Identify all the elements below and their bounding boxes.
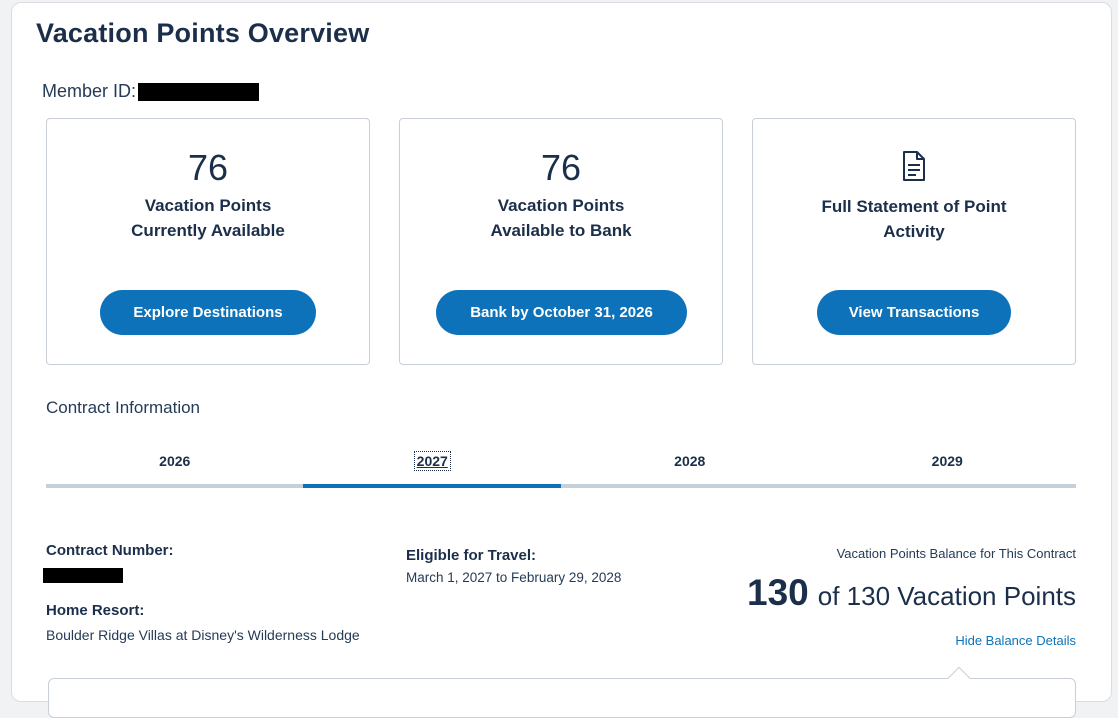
- points-available-number: 76: [187, 147, 229, 188]
- tab-2029[interactable]: 2029: [819, 440, 1077, 484]
- balance-caption: Vacation Points Balance for This Contrac…: [836, 546, 1076, 561]
- eligible-travel-label: Eligible for Travel:: [406, 547, 537, 564]
- tab-2026[interactable]: 2026: [46, 440, 304, 484]
- points-available-label-line1: Vacation Points: [144, 196, 272, 215]
- points-to-bank-label: Vacation Points Available to Bank: [400, 193, 722, 243]
- tab-track: [46, 484, 1076, 488]
- contract-section-title: Contract Information: [46, 398, 201, 417]
- tab-2028-label: 2028: [674, 453, 706, 469]
- tab-2029-label: 2029: [931, 453, 963, 469]
- points-to-bank-label-line2: Available to Bank: [490, 221, 632, 240]
- view-transactions-button[interactable]: View Transactions: [817, 290, 1011, 335]
- active-tab-indicator: [303, 484, 561, 488]
- eligible-travel-value: March 1, 2027 to February 29, 2028: [406, 570, 622, 585]
- statement-label-line2: Activity: [883, 222, 945, 241]
- statement-label: Full Statement of Point Activity: [753, 194, 1075, 244]
- contract-number-label: Contract Number:: [46, 542, 174, 559]
- member-id-row: Member ID:: [42, 81, 260, 102]
- member-id-label: Member ID:: [42, 81, 137, 101]
- balance-details-box: [48, 678, 1076, 718]
- member-id-redacted: [138, 82, 260, 101]
- page-title: Vacation Points Overview: [36, 18, 370, 48]
- balance-points: 130: [747, 572, 809, 613]
- balance-summary: 130 of 130 Vacation Points: [747, 572, 1076, 614]
- points-to-bank-number: 76: [540, 147, 582, 188]
- tab-2026-label: 2026: [159, 453, 191, 469]
- tab-2028[interactable]: 2028: [561, 440, 819, 484]
- points-available-label-line2: Currently Available: [131, 221, 285, 240]
- home-resort-value: Boulder Ridge Villas at Disney's Wildern…: [46, 627, 360, 643]
- tab-2027[interactable]: 2027: [304, 440, 562, 484]
- contract-year-tabs: 2026 2027 2028 2029: [46, 440, 1076, 490]
- hide-balance-details-link[interactable]: Hide Balance Details: [955, 633, 1076, 648]
- points-to-bank-label-line1: Vacation Points: [497, 196, 625, 215]
- points-available-label: Vacation Points Currently Available: [47, 193, 369, 243]
- home-resort-label: Home Resort:: [46, 602, 145, 619]
- statement-card: Full Statement of Point Activity View Tr…: [752, 118, 1076, 365]
- document-icon: [903, 151, 925, 181]
- explore-destinations-button[interactable]: Explore Destinations: [100, 290, 316, 335]
- balance-total-text: of 130 Vacation Points: [817, 581, 1076, 611]
- contract-number-redacted: [43, 568, 123, 583]
- points-available-card: 76 Vacation Points Currently Available E…: [46, 118, 370, 365]
- statement-label-line1: Full Statement of Point: [821, 197, 1007, 216]
- points-to-bank-card: 76 Vacation Points Available to Bank Ban…: [399, 118, 723, 365]
- tab-2027-label: 2027: [413, 451, 451, 471]
- bank-points-button[interactable]: Bank by October 31, 2026: [436, 290, 687, 335]
